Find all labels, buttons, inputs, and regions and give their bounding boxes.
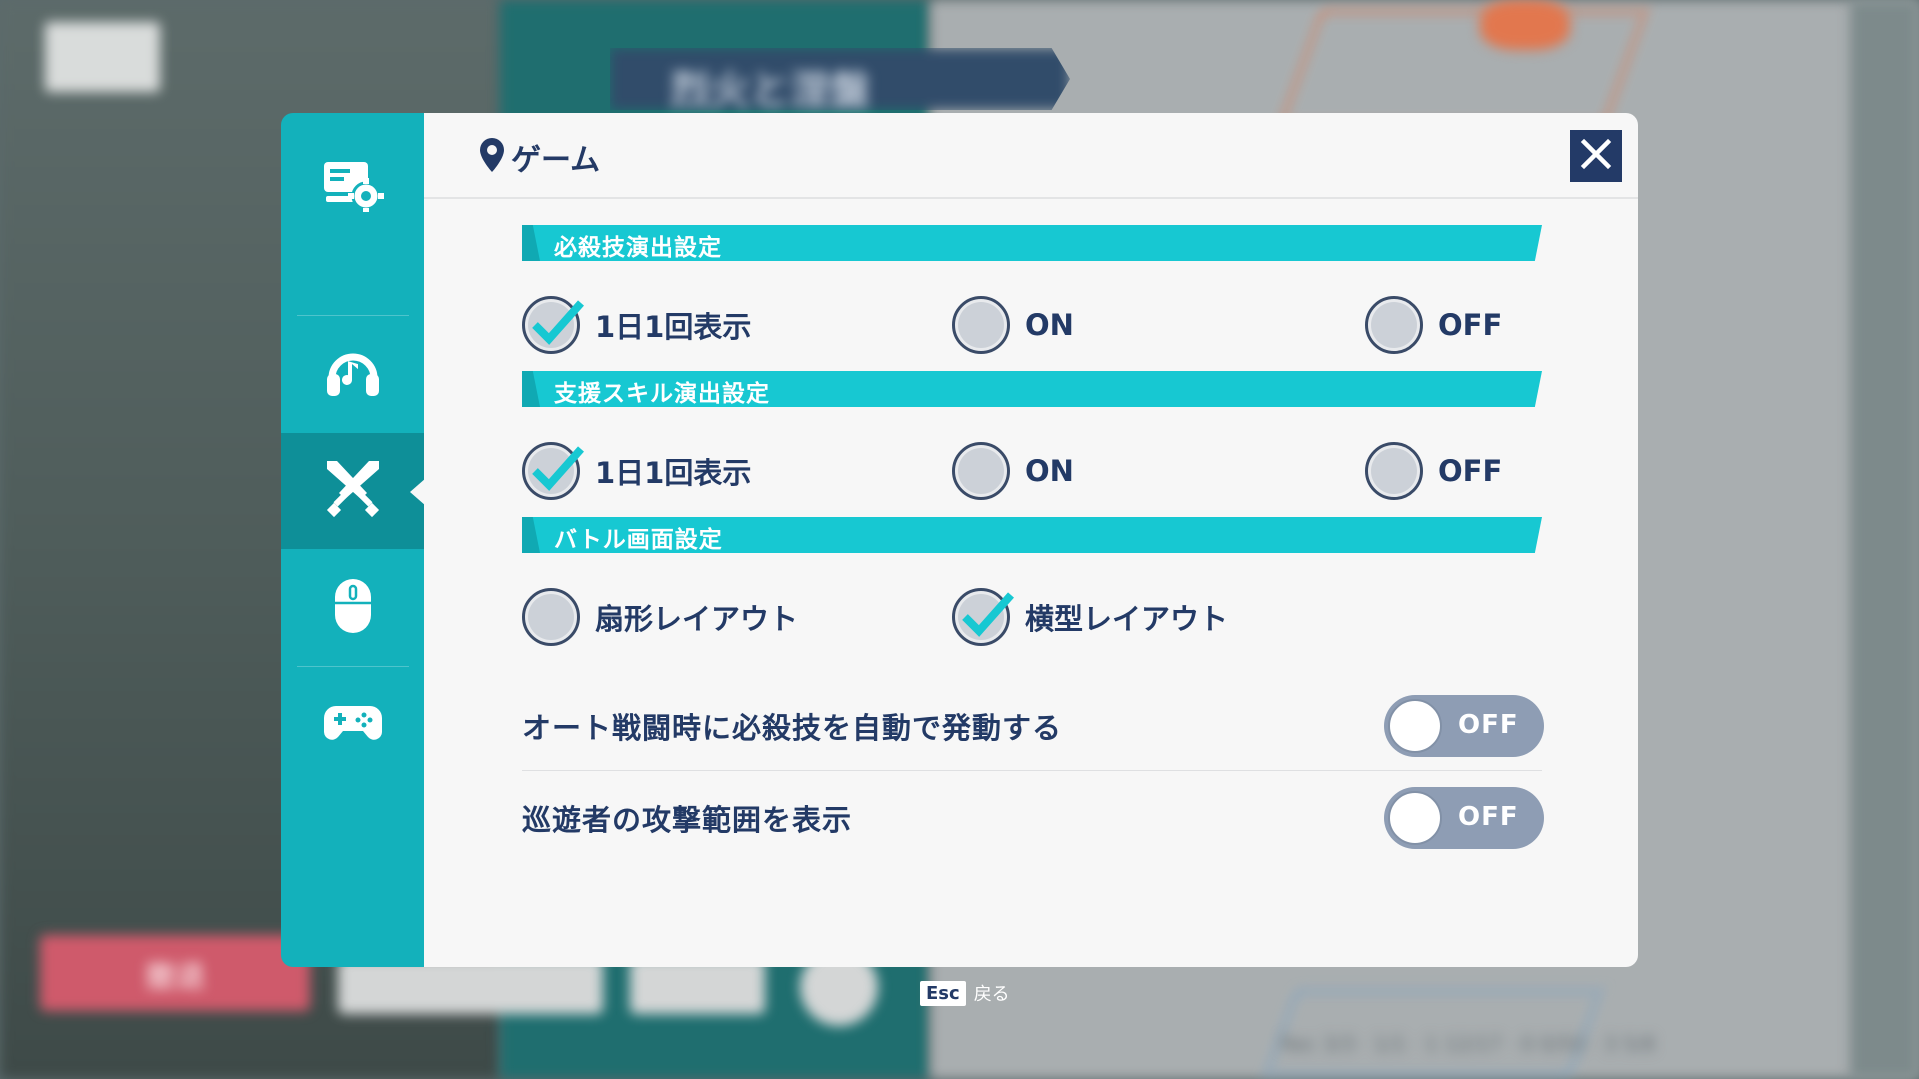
ultimate-option-off[interactable]: OFF <box>1365 293 1502 357</box>
close-icon <box>1580 138 1612 174</box>
setting-row-attack-range: 巡遊者の攻撃範囲を表示 OFF <box>522 783 1544 853</box>
section-header-battle: バトル画面設定 <box>522 517 1542 553</box>
sidebar-item-mouse[interactable] <box>281 550 424 666</box>
toggle-knob <box>1388 791 1442 845</box>
checkmark-icon <box>962 592 1014 637</box>
settings-panel: ゲーム 必殺技演出設定 1日1回表示 ON OFF 支援スキル演出設定 1日1回… <box>424 113 1638 967</box>
esc-back-hint[interactable]: Esc 戻る <box>920 980 1010 1006</box>
bg-stats-text: Rec 3/3 · 1/1 · 1 12/17 · 0 0/50 · 3 5/8 <box>1280 1032 1656 1056</box>
section-label: バトル画面設定 <box>554 527 723 553</box>
bg-orange-object <box>1480 0 1570 50</box>
close-button[interactable] <box>1570 130 1622 182</box>
radio-unchecked[interactable] <box>1365 296 1423 354</box>
option-label: 横型レイアウト <box>1025 602 1229 636</box>
setting-row-auto-ultimate: オート戦闘時に必殺技を自動で発動する OFF <box>522 691 1544 761</box>
checkmark-icon <box>532 446 584 491</box>
section-header-ultimate: 必殺技演出設定 <box>522 225 1542 261</box>
bg-right-edge <box>1850 0 1919 1079</box>
auto-ultimate-toggle[interactable]: OFF <box>1384 695 1544 757</box>
back-label: 戻る <box>973 984 1010 1005</box>
header-divider <box>424 197 1638 199</box>
monitor-settings-icon <box>322 160 384 216</box>
settings-sidebar <box>281 113 424 967</box>
headphones-icon <box>324 344 382 404</box>
support-option-off[interactable]: OFF <box>1365 439 1502 503</box>
option-label: 1日1回表示 <box>595 456 752 490</box>
attack-range-toggle[interactable]: OFF <box>1384 787 1544 849</box>
page-title: ゲーム <box>511 143 601 178</box>
section-label: 支援スキル演出設定 <box>554 381 770 407</box>
radio-unchecked[interactable] <box>952 442 1010 500</box>
bg-retreat-text: 撤退 <box>145 960 205 995</box>
toggle-knob <box>1388 699 1442 753</box>
support-option-daily[interactable]: 1日1回表示 <box>522 439 751 503</box>
bg-stage-banner-text: 烈火と涅盤 <box>670 68 870 114</box>
option-label: OFF <box>1438 454 1503 488</box>
sidebar-item-display[interactable] <box>281 130 424 246</box>
ultimate-option-on[interactable]: ON <box>952 293 1074 357</box>
row-divider <box>522 770 1542 771</box>
battle-option-horizontal-layout[interactable]: 横型レイアウト <box>952 585 1228 649</box>
radio-checked[interactable] <box>522 442 584 500</box>
mouse-icon <box>333 577 373 639</box>
section-header-support: 支援スキル演出設定 <box>522 371 1542 407</box>
option-label: OFF <box>1438 308 1503 342</box>
option-label: ON <box>1025 454 1074 488</box>
bg-orange-tile <box>1278 10 1648 126</box>
sidebar-item-game[interactable] <box>281 433 424 549</box>
crossed-swords-icon <box>323 459 383 523</box>
option-label: 扇形レイアウト <box>595 602 799 636</box>
sidebar-item-controller[interactable] <box>281 667 424 783</box>
sidebar-item-sound[interactable] <box>281 316 424 432</box>
radio-unchecked[interactable] <box>952 296 1010 354</box>
panel-header: ゲーム <box>479 135 600 179</box>
radio-unchecked[interactable] <box>1365 442 1423 500</box>
setting-label: 巡遊者の攻撃範囲を表示 <box>522 803 853 837</box>
map-pin-icon <box>479 137 505 177</box>
checkmark-icon <box>532 300 584 345</box>
section-label: 必殺技演出設定 <box>554 235 722 261</box>
toggle-state: OFF <box>1458 802 1519 832</box>
esc-key[interactable]: Esc <box>920 980 966 1006</box>
gamepad-icon <box>322 702 384 748</box>
setting-label: オート戦闘時に必殺技を自動で発動する <box>522 711 1063 745</box>
ultimate-option-daily[interactable]: 1日1回表示 <box>522 293 751 357</box>
radio-unchecked[interactable] <box>522 588 580 646</box>
battle-option-fan-layout[interactable]: 扇形レイアウト <box>522 585 798 649</box>
radio-checked[interactable] <box>952 588 1014 646</box>
radio-checked[interactable] <box>522 296 584 354</box>
support-option-on[interactable]: ON <box>952 439 1074 503</box>
option-label: 1日1回表示 <box>595 310 752 344</box>
option-label: ON <box>1025 308 1074 342</box>
bg-back-button <box>45 22 160 92</box>
toggle-state: OFF <box>1458 710 1519 740</box>
